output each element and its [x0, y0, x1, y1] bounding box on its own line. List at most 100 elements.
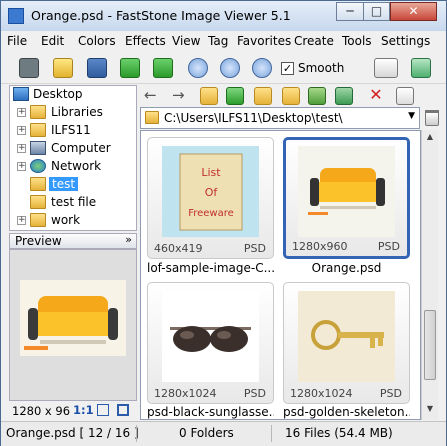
expand-icon[interactable]: + — [17, 108, 26, 117]
thumbnail-item-selected[interactable]: 1280x960 PSD — [283, 137, 410, 259]
preview-status: 1280 x 96 1:1 — [9, 402, 137, 419]
thumbnail-item[interactable]: List Of Freeware 460x419 PSD — [147, 137, 274, 259]
thumbnail-dimensions: 460x419 — [154, 242, 203, 255]
thumbnail-caption[interactable]: Orange.psd — [283, 261, 410, 275]
menu-tools[interactable]: Tools — [342, 34, 372, 48]
orange-chair-preview — [10, 250, 136, 400]
tree-label: Network — [51, 159, 102, 173]
tree-item-network[interactable]: + Network — [10, 158, 136, 176]
thumbnail-format: PSD — [379, 387, 402, 400]
status-files: 16 Files (54.4 MB) — [285, 426, 393, 440]
scroll-down-icon[interactable]: ▼ — [424, 404, 436, 418]
status-file: Orange.psd [ 12 / 16 ] — [6, 426, 139, 440]
next-icon[interactable] — [153, 58, 173, 78]
window-title: Orange.psd - FastStone Image Viewer 5.1 — [31, 8, 291, 23]
view-mode-icon[interactable] — [374, 58, 398, 78]
computer-icon — [30, 141, 46, 155]
expand-icon[interactable]: + — [17, 162, 26, 171]
tree-label: ILFS11 — [51, 123, 91, 137]
actual-size-icon[interactable] — [252, 58, 272, 78]
open-icon[interactable] — [53, 58, 73, 78]
close-button[interactable]: ✕ — [390, 2, 437, 21]
menu-bar: File Edit Colors Effects View Tag Favori… — [1, 31, 446, 52]
folder-icon — [30, 213, 46, 227]
app-icon — [8, 8, 24, 24]
menu-edit[interactable]: Edit — [41, 34, 64, 48]
main-toolbar: ✓ Smooth — [1, 52, 446, 84]
scrollbar-thumb[interactable] — [424, 310, 436, 380]
title-bar[interactable]: Orange.psd - FastStone Image Viewer 5.1 … — [1, 1, 446, 31]
smooth-checkbox[interactable]: ✓ — [281, 62, 294, 75]
actual-size-button[interactable]: 1:1 — [73, 403, 94, 417]
tree-item-test-file[interactable]: test file — [10, 194, 136, 212]
status-divider — [136, 425, 137, 442]
tree-item-ilfs11[interactable]: + ILFS11 — [10, 122, 136, 140]
tree-item-desktop[interactable]: Desktop — [10, 86, 136, 104]
folder-tree: Desktop + Libraries + ILFS11 + Computer … — [9, 85, 137, 231]
preview-dimensions: 1280 x 96 — [12, 404, 71, 418]
fit-preview-icon[interactable] — [97, 404, 109, 416]
thumbnail-options-icon[interactable] — [396, 87, 414, 105]
zoom-in-icon[interactable] — [188, 58, 208, 78]
status-bar: Orange.psd [ 12 / 16 ] 0 Folders 16 File… — [1, 421, 446, 446]
menu-effects[interactable]: Effects — [125, 34, 166, 48]
user-folder-icon — [30, 123, 46, 137]
save-icon[interactable] — [87, 58, 107, 78]
app-window: Orange.psd - FastStone Image Viewer 5.1 … — [0, 0, 447, 446]
tree-label: Computer — [51, 141, 111, 155]
folder-icon — [30, 177, 46, 191]
delete-icon[interactable]: ✕ — [367, 87, 385, 105]
path-combobox[interactable]: C:\Users\ILFS11\Desktop\test\ ▼ — [140, 107, 420, 129]
thumbnail-caption[interactable]: psd-black-sunglasse... — [147, 405, 274, 419]
thumbnail-dimensions: 1280x960 — [292, 240, 348, 253]
menu-view[interactable]: View — [172, 34, 200, 48]
chevron-down-icon[interactable]: ▼ — [408, 111, 415, 121]
fullscreen-icon[interactable] — [411, 58, 431, 78]
expand-icon[interactable]: + — [17, 126, 26, 135]
menu-favorites[interactable]: Favorites — [237, 34, 291, 48]
menu-create[interactable]: Create — [294, 34, 334, 48]
copy-to-icon[interactable] — [308, 87, 326, 105]
tree-label: Libraries — [51, 105, 103, 119]
folder-icon — [30, 195, 46, 209]
thumbnail-item[interactable]: 1280x1024 PSD — [147, 282, 274, 404]
minimize-button[interactable]: ─ — [336, 2, 364, 21]
menu-colors[interactable]: Colors — [78, 34, 116, 48]
fullscreen-preview-icon[interactable] — [117, 404, 129, 416]
thumbnail-dimensions: 1280x1024 — [290, 387, 353, 400]
menu-file[interactable]: File — [7, 34, 27, 48]
menu-settings[interactable]: Settings — [381, 34, 430, 48]
status-divider — [271, 425, 272, 442]
tree-item-work[interactable]: + work — [10, 212, 136, 230]
expand-icon[interactable]: + — [17, 144, 26, 153]
forward-arrow-icon[interactable]: → — [172, 87, 190, 105]
new-folder-icon[interactable] — [254, 87, 272, 105]
menu-tag[interactable]: Tag — [208, 34, 228, 48]
tree-item-computer[interactable]: + Computer — [10, 140, 136, 158]
folder-icon — [145, 111, 159, 124]
move-to-icon[interactable] — [335, 87, 353, 105]
maximize-button[interactable]: □ — [363, 2, 390, 21]
thumbnail-item[interactable]: 1280x1024 PSD — [283, 282, 410, 404]
favorite-folder-icon[interactable] — [282, 87, 300, 105]
tree-item-libraries[interactable]: + Libraries — [10, 104, 136, 122]
back-arrow-icon[interactable]: ← — [144, 87, 162, 105]
recycle-bin-icon[interactable] — [425, 110, 439, 126]
tree-item-test[interactable]: test — [10, 176, 136, 194]
thumbnail-caption[interactable]: psd-golden-skeleton... — [283, 405, 410, 419]
up-folder-icon[interactable] — [200, 87, 218, 105]
zoom-out-icon[interactable] — [220, 58, 240, 78]
thumbnail-caption[interactable]: lof-sample-image-C... — [147, 261, 274, 275]
expand-icon[interactable]: + — [17, 216, 26, 225]
tree-label-selected: test — [49, 177, 79, 191]
vertical-scrollbar[interactable]: ▲ ▼ — [421, 130, 438, 420]
camera-icon[interactable] — [19, 58, 39, 78]
desktop-icon — [13, 87, 29, 101]
prev-icon[interactable] — [120, 58, 140, 78]
thumbnail-format: PSD — [243, 387, 266, 400]
refresh-icon[interactable] — [226, 87, 244, 105]
path-text[interactable]: C:\Users\ILFS11\Desktop\test\ — [164, 111, 343, 125]
scroll-up-icon[interactable]: ▲ — [424, 132, 436, 146]
thumbnail-format: PSD — [243, 242, 266, 255]
collapse-icon[interactable]: » — [125, 233, 132, 246]
